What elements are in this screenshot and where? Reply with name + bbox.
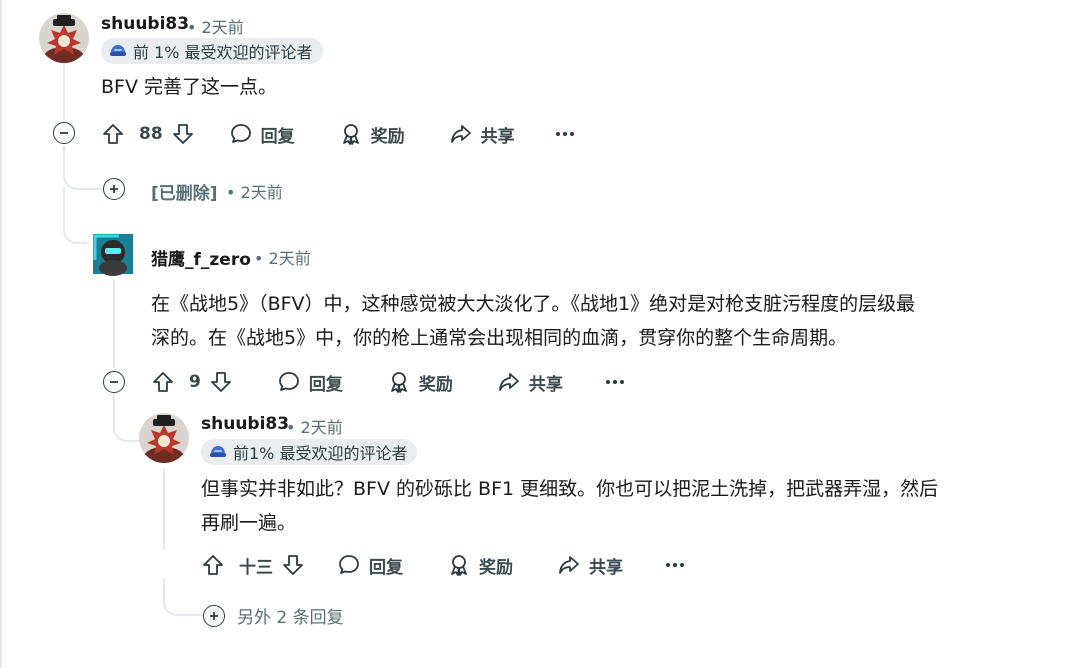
plus-icon xyxy=(110,185,118,193)
comment-action-bar: 9 回复 奖励 共享 xyxy=(151,364,625,400)
vote-control: 88 xyxy=(101,122,195,146)
more-replies-label: 另外 2 条回复 xyxy=(237,608,344,628)
share-label: 共享 xyxy=(528,374,563,395)
thread-branch-reply3 xyxy=(113,394,141,442)
downvote-arrow-icon[interactable] xyxy=(171,122,195,146)
top-commenter-icon xyxy=(110,45,126,56)
overflow-dots-icon xyxy=(555,132,574,136)
avatar[interactable] xyxy=(139,413,189,463)
comment-body-line: 深的。在《战地5》中，你的枪上通常会出现相同的血滴，贯穿你的整个生命周期。 xyxy=(151,327,848,349)
downvote-arrow-icon[interactable] xyxy=(209,370,233,394)
plus-circle-icon xyxy=(203,604,225,627)
comment-author[interactable]: 猎鹰_f_zero xyxy=(151,245,251,270)
minus-icon xyxy=(60,132,68,134)
comment-action-bar: 十三 回复 奖励 共享 xyxy=(201,547,685,583)
award-label: 奖励 xyxy=(418,374,453,395)
comment-body-line: 但事实并非如此？BFV 的砂砾比 BF1 更细致。你也可以把泥土洗掉，把武器弄湿… xyxy=(201,478,939,500)
user-flair: 前 1% 最受欢迎的评论者 xyxy=(101,38,323,64)
reply-label: 回复 xyxy=(260,126,295,147)
vote-count: 9 xyxy=(189,372,201,392)
reply-button[interactable]: 回复 xyxy=(277,370,343,395)
thread-branch-deleted xyxy=(63,156,103,190)
more-options-button[interactable] xyxy=(665,562,685,568)
thread-line-reply3 xyxy=(163,468,165,550)
comment-timestamp: • 2天前 xyxy=(286,418,343,437)
upvote-arrow-icon[interactable] xyxy=(201,553,225,577)
share-button[interactable]: 共享 xyxy=(449,122,515,147)
comment-body-line: 再刷一遍。 xyxy=(201,512,297,534)
vote-control: 9 xyxy=(151,370,233,394)
page-edge xyxy=(0,0,2,668)
flair-text: 前 1% 最受欢迎的评论者 xyxy=(133,43,313,62)
reply-label: 回复 xyxy=(308,374,343,395)
vote-count: 十三 xyxy=(239,557,273,578)
comment-body-line: 在《战地5》（BFV）中，这种感觉被大大淡化了。《战地1》绝对是对枪支脏污程度的… xyxy=(151,293,916,315)
comment-timestamp: • 2天前 xyxy=(254,249,311,268)
comment-body: 但事实并非如此？BFV 的砂砾比 BF1 更细致。你也可以把泥土洗掉，把武器弄湿… xyxy=(201,472,938,540)
share-button[interactable]: 共享 xyxy=(557,553,623,578)
award-ribbon-icon xyxy=(342,124,359,145)
collapse-thread-button[interactable] xyxy=(53,122,75,144)
more-options-button[interactable] xyxy=(555,131,575,137)
thread-line-reply2 xyxy=(113,280,115,368)
more-options-button[interactable] xyxy=(605,379,625,385)
avatar[interactable] xyxy=(39,13,89,63)
speech-bubble-icon xyxy=(230,124,251,143)
thread-line-root xyxy=(63,64,65,120)
overflow-dots-icon xyxy=(605,380,624,384)
downvote-arrow-icon[interactable] xyxy=(281,553,305,577)
share-arrow-icon xyxy=(559,556,579,574)
vote-count: 88 xyxy=(139,124,163,144)
flair-text: 前1% 最受欢迎的评论者 xyxy=(233,444,408,463)
reply-label: 回复 xyxy=(369,557,403,578)
upvote-arrow-icon[interactable] xyxy=(151,370,175,394)
comment-author[interactable]: shuubi83 xyxy=(201,414,289,434)
upvote-arrow-icon[interactable] xyxy=(101,122,125,146)
award-button[interactable]: 奖励 xyxy=(339,122,405,147)
share-arrow-icon xyxy=(450,125,471,143)
share-label: 共享 xyxy=(589,557,623,578)
thread-line-root-to-reply2 xyxy=(63,188,65,214)
vote-control: 十三 xyxy=(201,553,305,578)
comment-author[interactable]: shuubi83 xyxy=(101,14,189,34)
comment-body: BFV 完善了这一点。 xyxy=(101,76,278,98)
comment-body: 在《战地5》（BFV）中，这种感觉被大大淡化了。《战地1》绝对是对枪支脏污程度的… xyxy=(151,287,915,355)
avatar[interactable] xyxy=(89,230,137,278)
share-arrow-icon xyxy=(498,373,519,391)
award-label: 奖励 xyxy=(479,557,513,578)
expand-thread-button[interactable] xyxy=(103,178,125,200)
more-replies-link[interactable]: 另外 2 条回复 xyxy=(203,603,344,628)
award-ribbon-icon xyxy=(451,555,467,576)
speech-bubble-icon xyxy=(339,555,359,574)
share-button[interactable]: 共享 xyxy=(497,370,563,395)
thread-branch-more xyxy=(163,578,205,616)
top-commenter-icon xyxy=(210,446,226,457)
overflow-dots-icon xyxy=(666,563,684,567)
deleted-comment-label[interactable]: [已删除] xyxy=(151,179,218,204)
reply-button[interactable]: 回复 xyxy=(229,122,295,147)
comment-timestamp: • 2天前 xyxy=(226,183,283,202)
share-label: 共享 xyxy=(480,126,515,147)
reply-button[interactable]: 回复 xyxy=(337,553,403,578)
award-button[interactable]: 奖励 xyxy=(387,370,453,395)
user-flair: 前1% 最受欢迎的评论者 xyxy=(201,439,418,465)
comment-timestamp: • 2天前 xyxy=(187,18,244,37)
collapse-thread-button[interactable] xyxy=(103,371,125,393)
minus-icon xyxy=(110,381,118,383)
comment-action-bar: 88 回复 奖励 共享 xyxy=(101,116,575,152)
speech-bubble-icon xyxy=(278,372,299,391)
award-ribbon-icon xyxy=(390,372,407,393)
award-label: 奖励 xyxy=(370,126,405,147)
award-button[interactable]: 奖励 xyxy=(447,553,513,578)
